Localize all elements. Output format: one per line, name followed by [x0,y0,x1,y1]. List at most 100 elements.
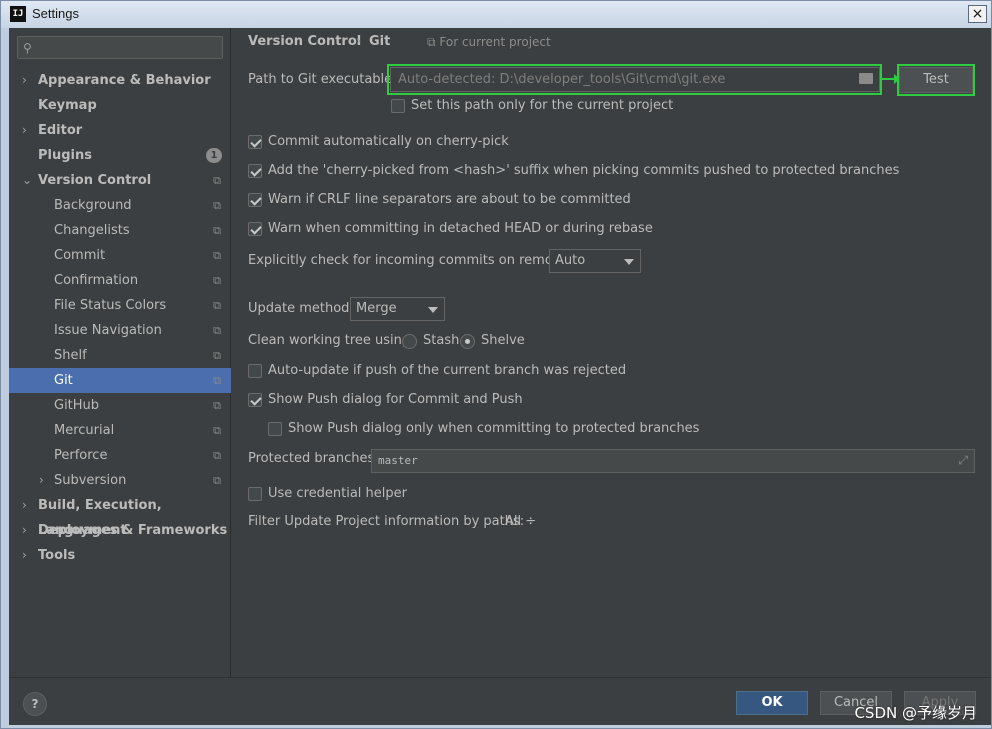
breadcrumb-git: Git [369,34,391,49]
sidebar-item-appearance-behavior[interactable]: › Appearance & Behavior [9,68,231,93]
sidebar-item-subversion[interactable]: › Subversion ⧉ [9,468,231,493]
highlight-arrow [882,74,900,84]
sidebar-item-tools[interactable]: › Tools [9,543,231,568]
update-method-select[interactable]: Merge [350,297,445,321]
filter-update-label: Filter Update Project information by pat… [248,514,525,529]
sidebar-item-label: Subversion [54,473,127,488]
git-settings-panel: Version Control › Git ⧉ For current proj… [232,28,991,677]
dropdown-arrow-icon [624,259,634,265]
commit-cherry-pick-label: Commit automatically on cherry-pick [268,134,509,149]
sidebar-item-plugins[interactable]: Plugins 1 [9,143,231,168]
sidebar-item-label: Confirmation [54,273,139,288]
project-scope-icon: ⧉ [213,474,221,487]
scope-text: For current project [439,35,551,49]
project-scope-icon: ⧉ [213,174,221,187]
sidebar-item-build-execution-deployment[interactable]: › Build, Execution, Deployment [9,493,231,538]
chevron-right-icon: › [22,73,27,87]
breadcrumb-version-control[interactable]: Version Control [248,34,361,49]
help-button[interactable]: ? [23,692,47,716]
project-scope-icon: ⧉ [213,424,221,437]
commit-cherry-pick-checkbox[interactable] [248,135,262,149]
warn-detached-label: Warn when committing in detached HEAD or… [268,221,653,236]
settings-window: IJ Settings × ⚲ › Appearance & Behavior … [0,0,992,729]
project-scope-icon: ⧉ [213,199,221,212]
project-scope-icon: ⧉ [213,249,221,262]
path-highlight-box [387,64,882,95]
incoming-commits-value: Auto [555,253,586,268]
stash-radio[interactable] [402,334,417,349]
sidebar-item-shelf[interactable]: Shelf ⧉ [9,343,231,368]
show-push-protected-label: Show Push dialog only when committing to… [288,421,700,436]
search-input[interactable]: ⚲ [17,36,223,59]
clean-tree-label: Clean working tree using: [248,333,415,348]
sidebar-item-issue-navigation[interactable]: Issue Navigation ⧉ [9,318,231,343]
sidebar-item-label: Languages & Frameworks [38,523,228,538]
path-to-git-label: Path to Git executable: [248,72,397,87]
chevron-right-icon: › [22,523,27,537]
project-scope-icon: ⧉ [427,35,440,49]
intellij-app-icon: IJ [10,6,26,22]
project-scope-icon: ⧉ [213,349,221,362]
warn-crlf-label: Warn if CRLF line separators are about t… [268,192,631,207]
stash-label: Stash [423,333,460,348]
close-button[interactable]: × [968,5,987,23]
path-only-project-checkbox[interactable] [391,99,405,113]
chevron-right-icon: › [22,123,27,137]
shelve-label: Shelve [481,333,525,348]
project-scope-icon: ⧉ [213,324,221,337]
chevron-right-icon: › [22,498,27,512]
project-scope-icon: ⧉ [213,399,221,412]
sidebar-item-keymap[interactable]: Keymap [9,93,231,118]
cherry-pick-suffix-label: Add the 'cherry-picked from <hash>' suff… [268,163,900,178]
ok-button[interactable]: OK [736,691,808,715]
cherry-pick-suffix-checkbox[interactable] [248,164,262,178]
sidebar-item-confirmation[interactable]: Confirmation ⧉ [9,268,231,293]
sidebar-item-label: Editor [38,123,83,138]
shelve-radio[interactable] [460,334,475,349]
sidebar-item-label: Issue Navigation [54,323,162,338]
auto-update-push-checkbox[interactable] [248,364,262,378]
sidebar-item-mercurial[interactable]: Mercurial ⧉ [9,418,231,443]
warn-detached-checkbox[interactable] [248,222,262,236]
sidebar-item-commit[interactable]: Commit ⧉ [9,243,231,268]
protected-branches-label: Protected branches: [248,451,379,466]
show-push-protected-checkbox[interactable] [268,422,282,436]
sidebar-item-github[interactable]: GitHub ⧉ [9,393,231,418]
sidebar-item-version-control[interactable]: ⌄ Version Control ⧉ [9,168,231,193]
sidebar-item-git[interactable]: Git ⧉ [9,368,231,393]
show-push-dialog-label: Show Push dialog for Commit and Push [268,392,523,407]
sidebar-item-editor[interactable]: › Editor [9,118,231,143]
path-only-project-label: Set this path only for the current proje… [411,98,674,113]
credential-helper-checkbox[interactable] [248,487,262,501]
expand-icon[interactable]: ⤢ [958,453,968,468]
sidebar-item-languages-frameworks[interactable]: › Languages & Frameworks [9,518,231,543]
settings-sidebar: ⚲ › Appearance & Behavior Keymap › Edito… [9,28,231,677]
sidebar-item-label: Appearance & Behavior [38,73,211,88]
incoming-commits-select[interactable]: Auto [549,249,641,273]
project-scope-icon: ⧉ [213,449,221,462]
protected-branches-input[interactable]: master ⤢ [371,449,975,473]
title-bar: IJ Settings × [1,1,991,28]
sidebar-item-label: Commit [54,248,106,263]
update-method-label: Update method: [248,301,354,316]
sidebar-item-file-status-colors[interactable]: File Status Colors ⧉ [9,293,231,318]
plugins-update-badge: 1 [206,148,222,163]
chevron-right-icon: › [39,473,44,487]
warn-crlf-checkbox[interactable] [248,193,262,207]
show-push-dialog-checkbox[interactable] [248,393,262,407]
sidebar-item-perforce[interactable]: Perforce ⧉ [9,443,231,468]
filter-update-select[interactable]: All ÷ [505,514,536,529]
chevron-down-icon: ⌄ [22,173,33,187]
sidebar-item-label: Version Control [38,173,152,188]
project-scope-icon: ⧉ [213,374,221,387]
sidebar-item-changelists[interactable]: Changelists ⧉ [9,218,231,243]
project-scope-icon: ⧉ [213,224,221,237]
sidebar-item-label: GitHub [54,398,100,413]
sidebar-item-background[interactable]: Background ⧉ [9,193,231,218]
test-highlight-box [897,64,975,96]
search-icon: ⚲ [23,41,32,55]
sidebar-item-label: Mercurial [54,423,115,438]
sidebar-item-label: Perforce [54,448,108,463]
credential-helper-label: Use credential helper [268,486,407,501]
sidebar-item-label: Background [54,198,132,213]
